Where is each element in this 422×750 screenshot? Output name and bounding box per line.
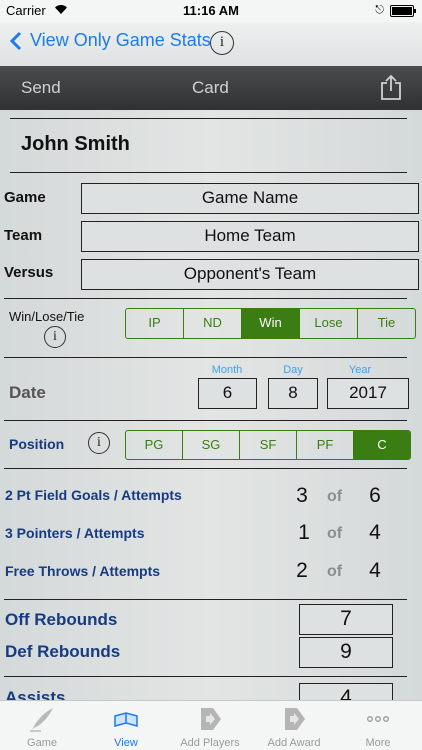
info-icon[interactable]: i xyxy=(210,31,234,55)
status-time: 11:16 AM xyxy=(183,3,239,18)
off-rebounds-label: Off Rebounds xyxy=(5,610,118,629)
def-rebounds-field[interactable]: 9 xyxy=(299,637,393,668)
attempts-value: 4 xyxy=(369,521,381,544)
result-option-ip[interactable]: IP xyxy=(126,309,184,338)
team-label: Team xyxy=(4,227,43,244)
position-option-sg[interactable]: SG xyxy=(183,431,240,459)
game-name-field[interactable]: Game Name xyxy=(81,183,419,214)
tab-label: View xyxy=(114,737,138,749)
arrow-card-icon xyxy=(201,708,221,730)
tab-label: More xyxy=(365,737,391,749)
info-icon[interactable]: i xyxy=(44,326,66,348)
divider xyxy=(4,420,407,421)
position-label: Position xyxy=(9,436,65,452)
assists-field[interactable]: 4 xyxy=(299,683,393,700)
year-field[interactable]: 2017 xyxy=(327,378,409,409)
shooting-label: 3 Pointers / Attempts xyxy=(5,525,145,541)
card-button[interactable]: Card xyxy=(192,78,229,98)
divider xyxy=(4,298,407,299)
versus-field[interactable]: Opponent's Team xyxy=(81,259,419,290)
of-label: of xyxy=(327,563,343,580)
team-field[interactable]: Home Team xyxy=(81,221,419,252)
arrow-card-icon xyxy=(285,708,305,730)
divider xyxy=(4,357,407,358)
toolbar: Send Card xyxy=(0,66,422,110)
chevron-left-icon xyxy=(10,31,22,50)
year-label: Year xyxy=(348,364,372,376)
tab-bar: Game View Add Players Add Award More xyxy=(0,700,422,750)
result-segmented-control: IP ND Win Lose Tie xyxy=(125,308,416,339)
date-label: Date xyxy=(9,383,46,402)
send-button[interactable]: Send xyxy=(21,78,61,98)
made-value: 1 xyxy=(298,521,310,544)
divider xyxy=(10,118,407,119)
position-option-pg[interactable]: PG xyxy=(126,431,183,459)
back-button[interactable]: View Only Game Stats xyxy=(10,30,211,51)
made-value: 2 xyxy=(296,559,308,582)
divider xyxy=(4,599,407,600)
divider xyxy=(4,468,407,469)
info-icon[interactable]: i xyxy=(88,432,110,454)
result-option-lose[interactable]: Lose xyxy=(300,309,358,338)
status-bar: Carrier 11:16 AM ⎋ xyxy=(0,0,422,22)
divider xyxy=(10,172,407,173)
attempts-value: 6 xyxy=(369,484,381,507)
shooting-label: 2 Pt Field Goals / Attempts xyxy=(5,487,182,503)
tab-add-players[interactable]: Add Players xyxy=(168,701,252,750)
quill-icon xyxy=(30,708,53,732)
result-option-nd[interactable]: ND xyxy=(184,309,242,338)
of-label: of xyxy=(327,488,343,505)
tab-label: Game xyxy=(27,737,57,749)
assists-label: Assists xyxy=(5,688,66,700)
result-label: Win/Lose/Tie xyxy=(9,309,85,324)
tab-label: Add Players xyxy=(180,737,240,749)
divider xyxy=(4,676,407,677)
day-field[interactable]: 8 xyxy=(268,378,318,409)
off-rebounds-field[interactable]: 7 xyxy=(299,604,393,635)
game-stats-card: John Smith Game Game Name Team Home Team… xyxy=(0,110,422,700)
book-icon xyxy=(114,712,138,727)
navigation-bar: View Only Game Stats i xyxy=(0,22,422,66)
position-segmented-control: PG SG SF PF C xyxy=(125,430,411,460)
of-label: of xyxy=(327,525,343,542)
position-option-pf[interactable]: PF xyxy=(297,431,354,459)
result-option-tie[interactable]: Tie xyxy=(358,309,415,338)
tab-label: Add Award xyxy=(267,737,321,749)
more-icon xyxy=(367,716,389,722)
position-option-c[interactable]: C xyxy=(354,431,410,459)
player-name: John Smith xyxy=(21,133,130,155)
game-label: Game xyxy=(4,189,46,206)
attempts-value: 4 xyxy=(369,559,381,582)
position-option-sf[interactable]: SF xyxy=(240,431,297,459)
versus-label: Versus xyxy=(4,264,54,281)
back-button-label: View Only Game Stats xyxy=(30,30,211,50)
made-value: 3 xyxy=(296,484,308,507)
tab-view[interactable]: View xyxy=(84,701,168,750)
day-label: Day xyxy=(283,364,303,376)
def-rebounds-label: Def Rebounds xyxy=(5,642,121,661)
result-option-win[interactable]: Win xyxy=(242,309,300,338)
month-label: Month xyxy=(211,364,243,376)
shooting-label: Free Throws / Attempts xyxy=(5,563,161,579)
month-field[interactable]: 6 xyxy=(198,378,257,409)
battery-icon xyxy=(390,5,416,17)
tab-add-award[interactable]: Add Award xyxy=(252,701,336,750)
rotation-lock-icon: ⎋ xyxy=(375,4,384,16)
share-icon[interactable] xyxy=(380,74,402,100)
tab-game[interactable]: Game xyxy=(0,701,84,750)
tab-more[interactable]: More xyxy=(336,701,420,750)
